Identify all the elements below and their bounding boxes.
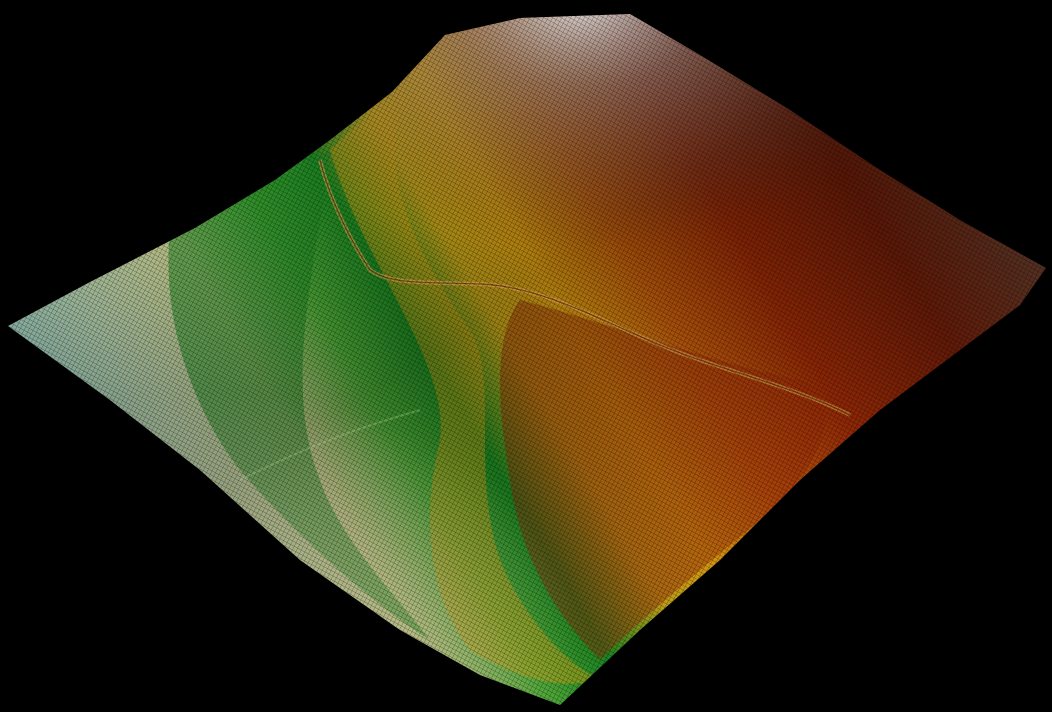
- terrain-mesh-render: [8, 14, 1046, 705]
- terrain-surface: [8, 14, 1046, 705]
- 3d-viewport[interactable]: [0, 0, 1052, 712]
